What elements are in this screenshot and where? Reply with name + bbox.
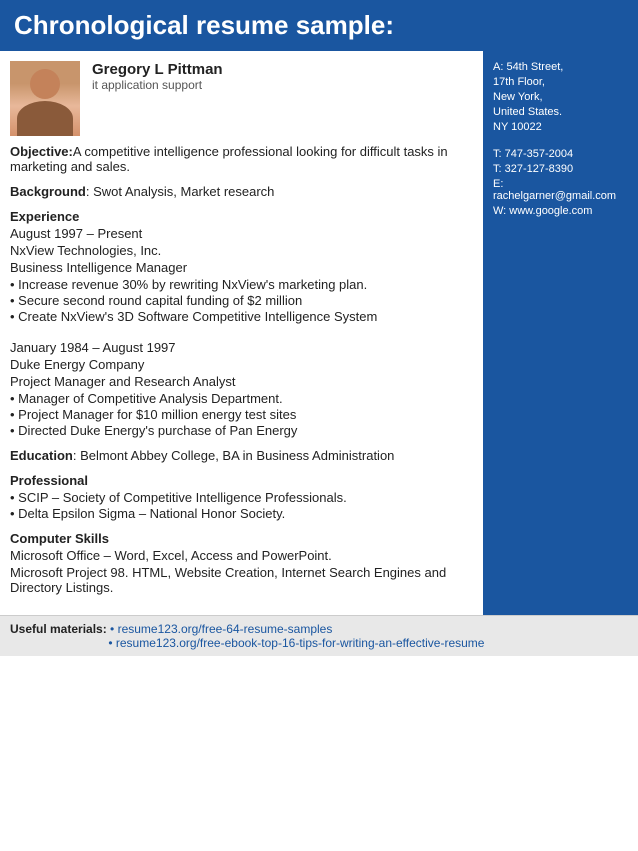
professional-heading: Professional — [10, 473, 469, 488]
experience-heading: Experience — [10, 209, 469, 224]
education-label: Education — [10, 448, 73, 463]
job1-bullet-1: • Increase revenue 30% by rewriting NxVi… — [10, 277, 469, 292]
professional-bullet-1: • SCIP – Society of Competitive Intellig… — [10, 490, 469, 505]
computer-skills-section: Computer Skills Microsoft Office – Word,… — [10, 531, 469, 595]
contact-country: United States. — [493, 106, 628, 118]
contact-city: New York, — [493, 91, 628, 103]
candidate-role: it application support — [92, 78, 223, 92]
job1-bullet-3: • Create NxView's 3D Software Competitiv… — [10, 309, 469, 324]
objective-section: Objective:A competitive intelligence pro… — [10, 144, 469, 174]
experience-section: Experience August 1997 – Present NxView … — [10, 209, 469, 438]
background-section: Background: Swot Analysis, Market resear… — [10, 184, 469, 199]
candidate-name: Gregory L Pittman — [92, 61, 223, 78]
job1-title: Business Intelligence Manager — [10, 260, 469, 275]
job2-title: Project Manager and Research Analyst — [10, 374, 469, 389]
computer-skills-line-1: Microsoft Office – Word, Excel, Access a… — [10, 548, 469, 563]
job1-bullet-2: • Secure second round capital funding of… — [10, 293, 469, 308]
contact-website: W: www.google.com — [493, 205, 628, 217]
objective-label: Objective: — [10, 144, 73, 159]
useful-link-1[interactable]: • resume123.org/free-64-resume-samples — [110, 622, 332, 636]
contact-sidebar: A: 54th Street, 17th Floor, New York, Un… — [483, 51, 638, 615]
background-label: Background — [10, 184, 86, 199]
computer-skills-heading: Computer Skills — [10, 531, 469, 546]
contact-email: E: rachelgarner@gmail.com — [493, 178, 628, 202]
header-section: Gregory L Pittman it application support — [10, 61, 469, 136]
contact-address2: 17th Floor, — [493, 76, 628, 88]
useful-materials-label: Useful materials: — [10, 622, 107, 636]
contact-phone2: T: 327-127-8390 — [493, 163, 628, 175]
education-text: : Belmont Abbey College, BA in Business … — [73, 448, 395, 463]
contact-zip: NY 10022 — [493, 121, 628, 133]
contact-address: A: 54th Street, — [493, 61, 628, 73]
contact-phone1: T: 747-357-2004 — [493, 148, 628, 160]
background-text: : Swot Analysis, Market research — [86, 184, 275, 199]
job2-bullet-2: • Project Manager for $10 million energy… — [10, 407, 469, 422]
professional-section: Professional • SCIP – Society of Competi… — [10, 473, 469, 521]
job1-company: NxView Technologies, Inc. — [10, 243, 469, 258]
professional-bullet-2: • Delta Epsilon Sigma – National Honor S… — [10, 506, 469, 521]
job2-bullet-3: • Directed Duke Energy's purchase of Pan… — [10, 423, 469, 438]
avatar — [10, 61, 80, 136]
job2-bullet-1: • Manager of Competitive Analysis Depart… — [10, 391, 469, 406]
name-title: Gregory L Pittman it application support — [92, 61, 223, 92]
job2-dates: January 1984 – August 1997 — [10, 340, 469, 355]
computer-skills-line-2: Microsoft Project 98. HTML, Website Crea… — [10, 565, 469, 595]
education-section: Education: Belmont Abbey College, BA in … — [10, 448, 469, 463]
job1-dates: August 1997 – Present — [10, 226, 469, 241]
job2-company: Duke Energy Company — [10, 357, 469, 372]
useful-materials-section: Useful materials: • resume123.org/free-6… — [0, 615, 638, 656]
useful-link-2[interactable]: • resume123.org/free-ebook-top-16-tips-f… — [108, 636, 484, 650]
objective-text: A competitive intelligence professional … — [10, 144, 448, 174]
page-title: Chronological resume sample: — [0, 0, 638, 51]
